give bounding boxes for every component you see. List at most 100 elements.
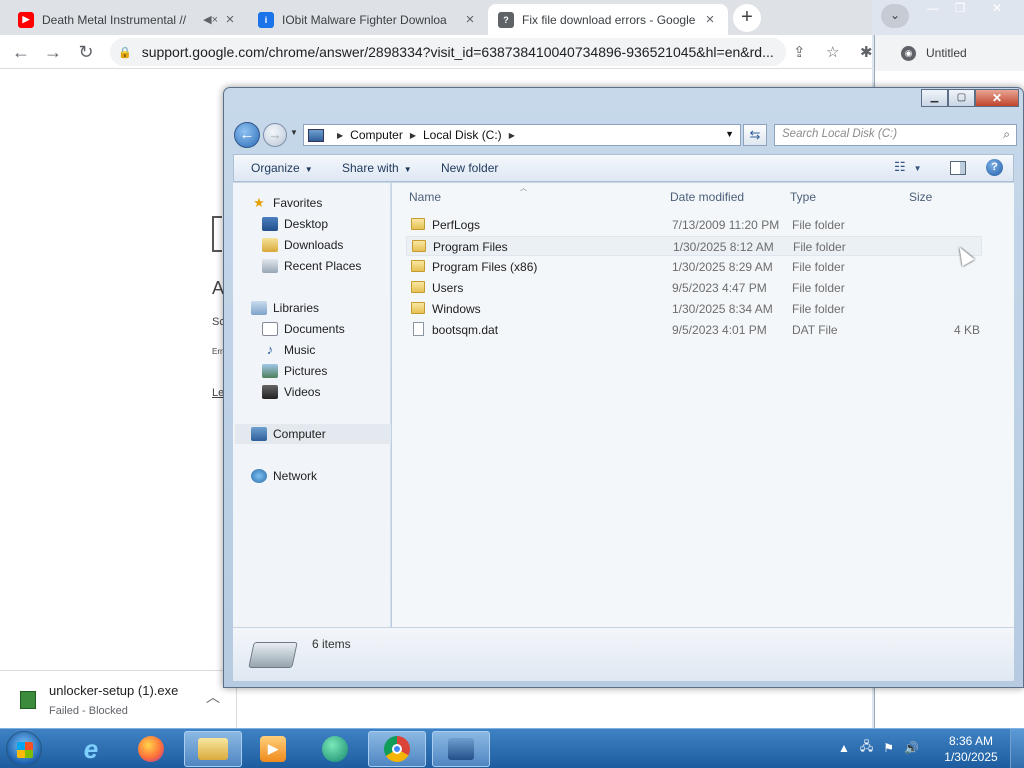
column-size[interactable]: Size (909, 190, 932, 204)
forward-arrow-icon[interactable]: → (41, 40, 65, 64)
show-desktop-button[interactable] (1010, 729, 1024, 768)
page-graphic-fragment (212, 216, 222, 252)
new-folder-button[interactable]: New folder (441, 161, 498, 175)
reload-icon[interactable]: ↻ (74, 40, 98, 64)
nav-label: Computer (273, 427, 326, 441)
chevron-down-icon[interactable]: ▼ (725, 129, 734, 139)
chevron-right-icon[interactable]: ▶ (337, 131, 343, 140)
taskbar-firefox[interactable] (122, 731, 180, 767)
nav-label: Pictures (284, 364, 328, 378)
file-name: PerfLogs (432, 218, 481, 232)
volume-icon[interactable]: 🔊 (904, 741, 919, 755)
folder-icon (412, 240, 426, 252)
computer-icon (251, 427, 267, 441)
lock-icon[interactable]: 🔒 (118, 46, 132, 59)
file-row[interactable]: bootsqm.dat 9/5/2023 4:01 PM DAT File 4 … (406, 320, 982, 340)
recent-pages-dropdown[interactable]: ▼ (290, 128, 298, 137)
nav-label: Desktop (284, 217, 329, 231)
share-with-button[interactable]: Share with ▼ (342, 161, 412, 175)
help-icon[interactable]: ? (986, 159, 1003, 176)
file-type: DAT File (792, 323, 838, 337)
folder-icon (411, 218, 425, 230)
taskbar-app[interactable] (306, 731, 364, 767)
file-list-pane: ︿ Name Date modified Type Size PerfLogs … (392, 183, 1014, 627)
search-icon[interactable]: ⌕ (1003, 127, 1010, 142)
file-row[interactable]: Windows 1/30/2025 8:34 AM File folder (406, 299, 982, 319)
item-count: 6 items (312, 637, 351, 651)
refresh-button[interactable]: ⇆ (743, 124, 767, 146)
download-item[interactable]: unlocker-setup (1).exe Failed - Blocked … (10, 677, 234, 723)
close-tab-icon[interactable]: × (222, 11, 238, 28)
taskbar-internet-explorer[interactable]: e (62, 731, 120, 767)
column-name[interactable]: Name (409, 190, 441, 204)
breadcrumb-local-disk[interactable]: Local Disk (C:) (423, 128, 502, 142)
action-center-flag-icon[interactable]: ⚑ (883, 741, 894, 755)
clock-time: 8:36 AM (948, 734, 994, 748)
column-date-modified[interactable]: Date modified (670, 190, 744, 204)
chevron-down-icon: ▼ (403, 165, 412, 174)
nav-network[interactable]: Network (251, 466, 407, 486)
desktop-icon (262, 217, 278, 231)
address-bar[interactable]: 🔒 support.google.com/chrome/answer/28983… (110, 38, 786, 66)
app-icon (322, 736, 348, 762)
tab-search-button[interactable]: ⌄ (881, 4, 909, 28)
file-name: Program Files (433, 240, 508, 254)
nav-label: Favorites (273, 196, 323, 210)
close-tab-icon[interactable]: × (702, 11, 718, 28)
chevron-down-icon: ▼ (304, 165, 313, 174)
show-hidden-icons-icon[interactable]: ▲ (838, 741, 850, 755)
column-type[interactable]: Type (790, 190, 816, 204)
taskbar-computer[interactable] (432, 731, 490, 767)
taskbar-chrome[interactable] (368, 731, 426, 767)
new-tab-button[interactable]: + (733, 4, 761, 32)
change-view-button[interactable]: ☷ ▼ (894, 159, 922, 175)
speaker-muted-icon[interactable]: ◀× (203, 13, 218, 26)
taskbar-windows-explorer[interactable] (184, 731, 242, 767)
forward-button[interactable]: → (263, 123, 287, 147)
folder-icon (411, 302, 425, 314)
tab-death-metal[interactable]: ▶ Death Metal Instrumental // ◀× × (8, 4, 248, 35)
chevron-up-icon[interactable]: ︿ (206, 687, 220, 707)
share-icon[interactable]: ⇪ (793, 43, 806, 61)
search-input[interactable]: Search Local Disk (C:) ⌕ (774, 124, 1017, 146)
close-window-icon[interactable]: ✕ (982, 0, 1012, 17)
minimize-icon[interactable]: — (918, 0, 948, 17)
file-row[interactable]: PerfLogs 7/13/2009 11:20 PM File folder (406, 215, 982, 235)
tab-iobit[interactable]: i IObit Malware Fighter Downloa × (248, 4, 488, 35)
file-date: 1/30/2025 8:29 AM (672, 260, 773, 274)
maximize-button[interactable]: ▢ (948, 89, 975, 107)
restore-icon[interactable]: ❐ (945, 0, 975, 17)
file-row[interactable]: Program Files (x86) 1/30/2025 8:29 AM Fi… (406, 257, 982, 277)
file-icon (413, 322, 424, 336)
tab-fix-download-errors[interactable]: ? Fix file download errors - Google × (488, 4, 728, 35)
start-button[interactable] (6, 731, 42, 767)
file-row[interactable]: Users 9/5/2023 4:47 PM File folder (406, 278, 982, 298)
network-status-icon[interactable]: 🖧 (860, 737, 873, 758)
file-row[interactable]: Program Files 1/30/2025 8:12 AM File fol… (406, 236, 982, 256)
taskbar-media-player[interactable]: ▶ (244, 731, 302, 767)
minimize-button[interactable]: ▁ (921, 89, 948, 107)
nav-favorites[interactable]: ★ Favorites (251, 193, 407, 213)
youtube-icon: ▶ (18, 11, 34, 28)
music-note-icon: ♪ (266, 342, 274, 357)
chrome-tab-strip: ▶ Death Metal Instrumental // ◀× × i IOb… (0, 0, 872, 35)
nav-libraries[interactable]: Libraries (251, 298, 407, 318)
back-button[interactable]: ← (234, 122, 260, 148)
chevron-right-icon[interactable]: ▶ (509, 131, 515, 140)
chrome-icon (384, 736, 410, 762)
chevron-right-icon[interactable]: ▶ (410, 131, 416, 140)
clock[interactable]: 8:36 AM 1/30/2025 (940, 733, 1002, 765)
tab-untitled[interactable]: ◉ Untitled (875, 35, 1024, 71)
extensions-icon[interactable]: ✱ (860, 43, 873, 61)
nav-label: Videos (284, 385, 321, 399)
breadcrumb-computer[interactable]: Computer (350, 128, 403, 142)
nav-computer[interactable]: Computer (235, 424, 391, 444)
bookmark-star-icon[interactable]: ☆ (826, 43, 839, 61)
back-arrow-icon[interactable]: ← (9, 40, 33, 64)
organize-button[interactable]: Organize ▼ (251, 161, 313, 175)
address-bar[interactable]: ▶ Computer ▶ Local Disk (C:) ▶ ▼ (303, 124, 741, 146)
close-button[interactable]: ✕ (975, 89, 1019, 107)
close-tab-icon[interactable]: × (462, 11, 478, 28)
file-type: File folder (792, 218, 845, 232)
preview-pane-icon[interactable] (950, 161, 966, 175)
